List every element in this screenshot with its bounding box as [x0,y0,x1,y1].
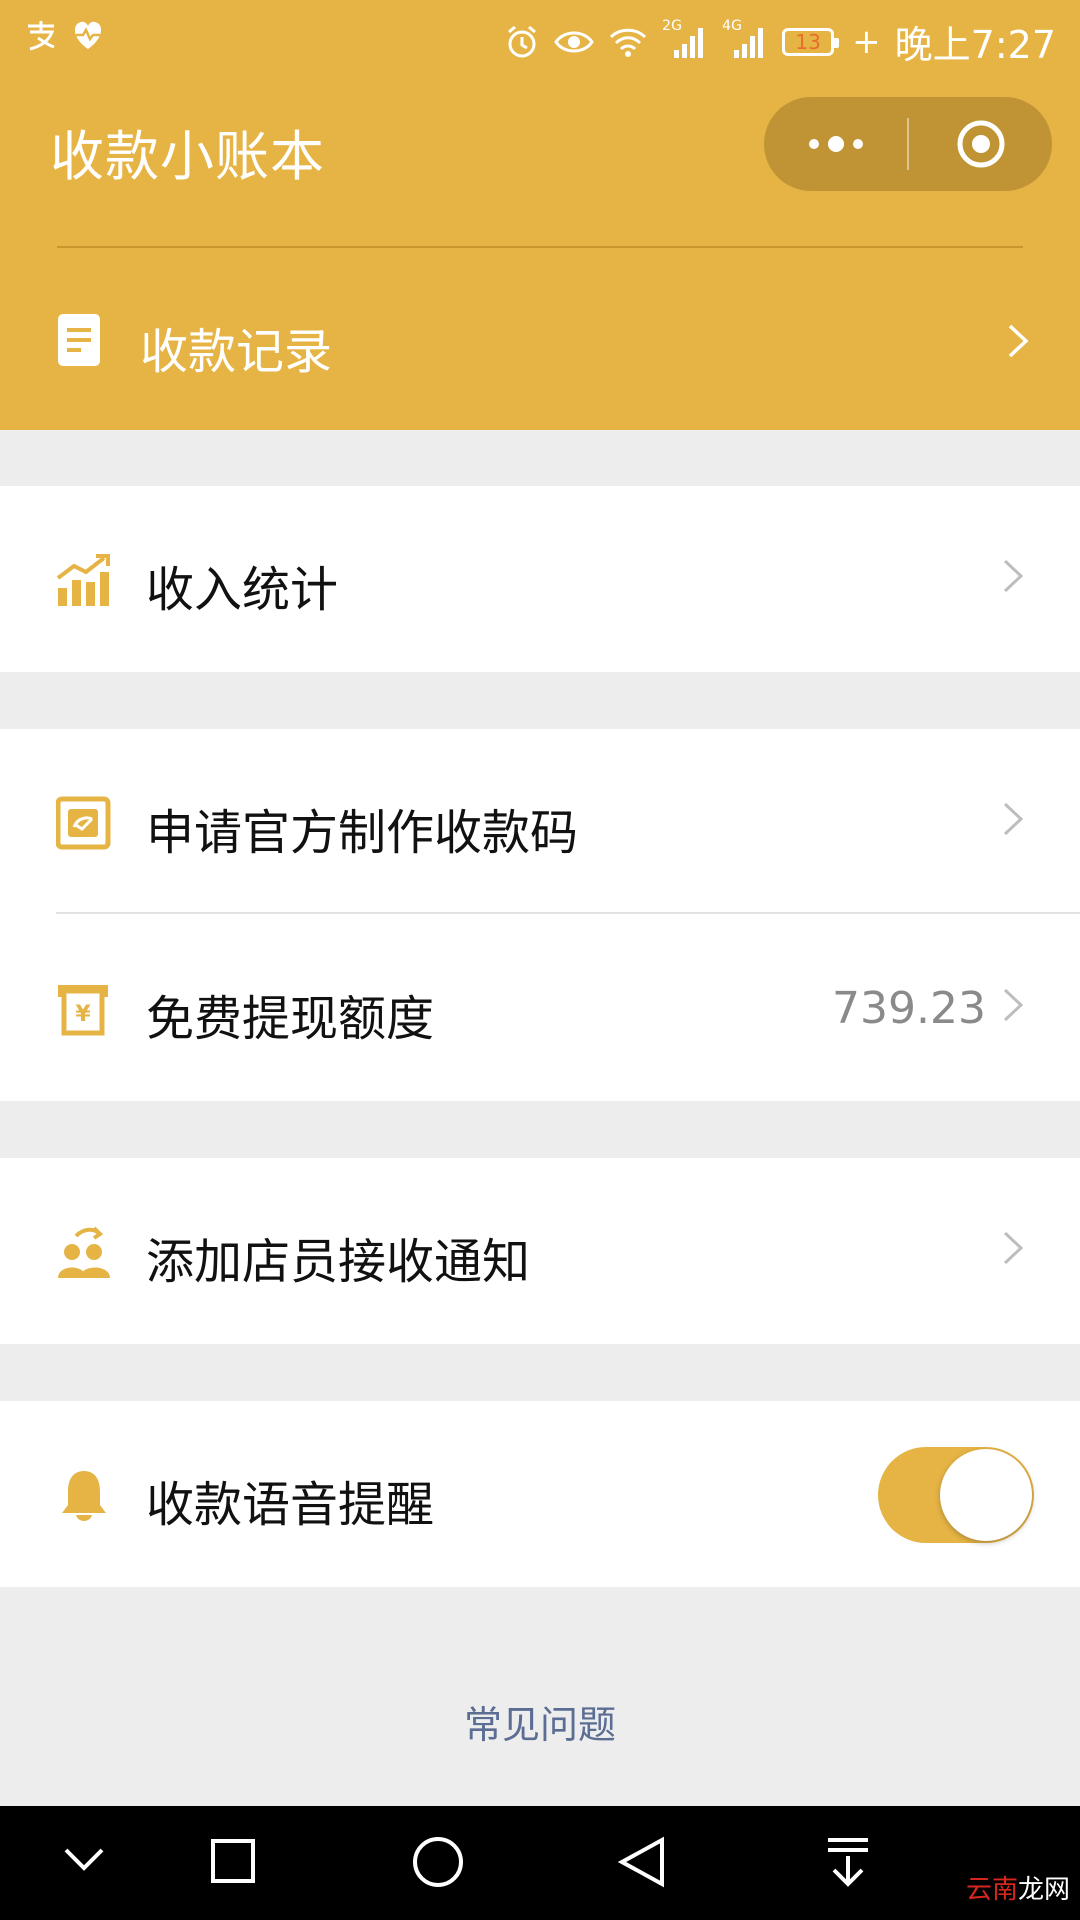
voice-reminder-card: 收款语音提醒 [0,1401,1080,1587]
chevron-right-icon [1003,988,1024,1022]
income-stats-label: 收入统计 [146,562,339,618]
add-staff-label: 添加店员接收通知 [146,1234,531,1290]
add-staff-row[interactable]: 添加店员接收通知 [0,1158,1080,1344]
chevron-right-icon [1003,802,1024,836]
apply-payment-code-row[interactable]: 申请官方制作收款码 [0,729,1080,915]
watermark-part1: 云南 [965,1875,1018,1905]
payment-records-label: 收款记录 [140,324,333,380]
income-stats-row[interactable]: 收入统计 [0,486,1080,672]
battery-level: 13 [795,29,821,54]
bar-chart-icon [56,554,110,606]
chevron-down-icon[interactable] [62,1846,106,1874]
battery-icon: 13 [782,27,840,56]
chevron-right-icon [1008,324,1029,358]
navigation-bar: 云南龙网 [0,1806,1080,1920]
staff-card: 添加店员接收通知 [0,1158,1080,1344]
watermark: 云南龙网 [966,1869,1070,1906]
free-withdraw-label: 免费提现额度 [146,991,435,1047]
apply-payment-code-label: 申请官方制作收款码 [146,805,579,861]
toggle-knob [940,1449,1032,1541]
staff-icon [58,1226,110,1278]
header-divider [57,246,1023,248]
alipay-icon [28,21,55,51]
bell-icon [62,1471,106,1521]
free-withdraw-row[interactable]: ¥ 免费提现额度 739.23 [0,915,1080,1101]
voice-reminder-label: 收款语音提醒 [146,1477,435,1533]
status-bar: 2G 4G 13 + 晚上7:27 [0,0,1080,75]
document-icon [58,314,100,366]
free-withdraw-value: 739.23 [832,983,986,1034]
header: 2G 4G 13 + 晚上7:27 收款小账本 收款记录 [0,0,1080,430]
mini-program-capsule [764,97,1052,191]
payment-code-card: 申请官方制作收款码 ¥ 免费提现额度 739.23 [0,729,1080,1101]
home-icon[interactable] [412,1836,464,1888]
target-close-icon [957,120,1004,168]
close-button[interactable] [909,97,1052,191]
voice-reminder-toggle[interactable] [878,1447,1034,1543]
payment-records-row[interactable]: 收款记录 [0,250,1080,430]
chevron-right-icon [1003,559,1024,593]
signal-4g-icon: 4G [722,18,768,60]
voice-reminder-row: 收款语音提醒 [0,1401,1080,1587]
more-dots-icon [808,136,863,152]
chevron-right-icon [1003,1231,1024,1265]
recent-apps-icon[interactable] [210,1838,256,1884]
notification-pull-icon[interactable] [826,1836,870,1888]
row-divider [56,912,1080,914]
svg-text:¥: ¥ [75,1002,91,1027]
yuan-voucher-icon: ¥ [58,985,108,1036]
eye-icon [554,31,594,52]
income-stats-card: 收入统计 [0,486,1080,672]
charging-icon: + [852,21,881,62]
watermark-part2: 龙网 [1017,1875,1070,1905]
back-icon[interactable] [618,1836,666,1888]
status-time: 晚上7:27 [894,23,1056,67]
more-button[interactable] [764,97,907,191]
qr-card-icon [56,796,111,850]
faq-link[interactable]: 常见问题 [0,1694,1080,1749]
heart-rate-icon [74,21,102,49]
alarm-icon [508,25,537,57]
page-title: 收款小账本 [50,125,325,188]
wifi-icon [610,28,647,57]
signal-2g-icon: 2G [662,18,708,60]
